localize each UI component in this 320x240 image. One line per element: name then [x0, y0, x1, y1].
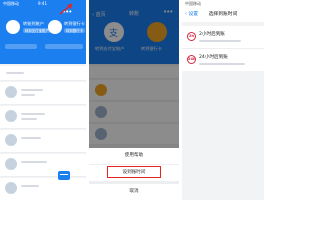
menu-item-cancel[interactable]: 取消	[89, 188, 179, 194]
card-icon[interactable]	[58, 171, 70, 180]
clock-24h-icon: 24h	[187, 55, 196, 64]
tile-account-sub: 转到支付宝账户	[23, 28, 51, 33]
shortcut-chip[interactable]	[45, 44, 83, 49]
bank-card-icon[interactable]	[48, 20, 62, 34]
page-title: 选择到账时间	[208, 12, 238, 17]
option-24h[interactable]: 24h 24小时后到账	[182, 49, 264, 71]
highlight-box	[107, 166, 161, 178]
option-24h-title: 24小时后到账	[199, 55, 228, 60]
list-item-placeholder	[21, 137, 41, 139]
status-carrier: 中国移动	[185, 1, 201, 6]
option-2h-title: 2小时后到账	[199, 32, 225, 37]
list-item-placeholder	[21, 89, 43, 91]
list-item[interactable]	[0, 178, 86, 200]
avatar	[5, 158, 17, 170]
menu-item-help[interactable]: 使用帮助	[89, 152, 179, 158]
list-item[interactable]	[0, 130, 86, 153]
list-section-header	[0, 66, 86, 81]
list-item-placeholder	[6, 72, 24, 74]
avatar	[5, 110, 17, 122]
screen-transfer-menu: ‹ 首页 转账 ••• 支 转到支付宝账户 转到银行卡 使用帮助 设到账时间 取…	[89, 0, 179, 200]
list-item-placeholder	[21, 118, 37, 120]
clock-2h-icon: 2h	[187, 32, 196, 41]
tile-bank-sub: 转到银行卡	[64, 28, 85, 33]
status-time: 9:41	[38, 1, 47, 6]
list-item[interactable]	[0, 82, 86, 105]
shortcut-chip[interactable]	[5, 44, 37, 49]
status-carrier: 中国移动	[3, 1, 19, 6]
action-sheet: 使用帮助 设到账时间 取消	[89, 148, 179, 200]
sheet-divider	[89, 181, 179, 184]
tile-account-label[interactable]: 转账到账户	[23, 21, 44, 27]
sheet-divider	[89, 164, 179, 165]
avatar	[5, 86, 17, 98]
account-transfer-icon[interactable]	[6, 20, 20, 34]
option-2h[interactable]: 2h 2小时后到账	[182, 26, 264, 48]
option-24h-desc	[199, 63, 245, 65]
list-item[interactable]	[0, 106, 86, 129]
screen-transfer-home: 中国移动 9:41 ••• 转账到账户 转到支付宝账户 转到银行卡 转到银行卡	[0, 0, 86, 200]
list-item-placeholder	[21, 94, 35, 96]
list-item-placeholder	[21, 113, 45, 115]
list-item[interactable]	[0, 154, 86, 177]
avatar	[5, 134, 17, 146]
list-item-placeholder	[21, 185, 39, 187]
tile-bank-label[interactable]: 转到银行卡	[64, 21, 85, 27]
list-item-placeholder	[21, 161, 47, 163]
pointer-arrow-icon	[59, 3, 73, 15]
avatar	[5, 182, 17, 194]
card-icon-stripe	[60, 174, 68, 175]
option-2h-desc	[199, 40, 241, 42]
screen-arrival-time: 中国移动 ‹ 设置 选择到账时间 2h 2小时后到账 24h 24小时后到账	[182, 0, 264, 200]
